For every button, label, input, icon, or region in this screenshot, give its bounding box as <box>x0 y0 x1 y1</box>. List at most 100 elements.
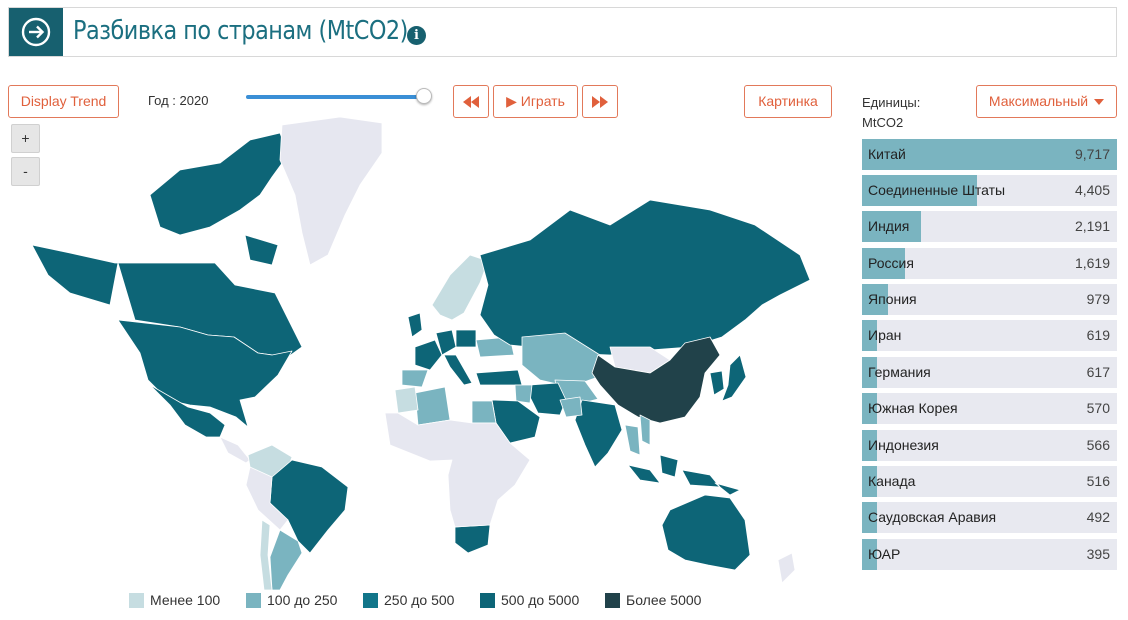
ranking-value: 9,717 <box>1074 146 1110 162</box>
legend-swatch <box>363 592 378 608</box>
map-region-uk[interactable] <box>407 312 423 338</box>
map-region-poland[interactable] <box>455 329 477 348</box>
year-label: Год : 2020 <box>148 93 209 108</box>
map-region-vietnam[interactable] <box>639 414 651 446</box>
legend-label: 500 до 5000 <box>501 592 580 608</box>
ranking-country: Канада <box>868 473 916 489</box>
ranking-country: Южная Корея <box>868 400 958 416</box>
display-trend-button[interactable]: Display Trend <box>8 85 119 118</box>
units-caption: Единицы: <box>862 95 921 110</box>
legend-item: 250 до 500 <box>363 592 454 608</box>
map-region-iran[interactable] <box>529 382 567 416</box>
map-region-central-america[interactable] <box>219 436 251 464</box>
map-region-australia[interactable] <box>661 494 751 571</box>
fast-forward-button[interactable] <box>582 85 618 118</box>
page-title: Разбивка по странам (MtCO2) <box>73 16 408 46</box>
ranking-country: Япония <box>868 291 917 307</box>
world-map[interactable] <box>10 115 840 590</box>
arrow-right-circle-icon <box>21 17 51 47</box>
map-region-france[interactable] <box>414 339 443 371</box>
map-region-india[interactable] <box>574 399 623 468</box>
map-region-thailand[interactable] <box>624 424 641 456</box>
legend-swatch <box>480 592 495 608</box>
ranking-row[interactable]: ЮАР 395 <box>862 539 1117 570</box>
ranking-row[interactable]: Индонезия 566 <box>862 430 1117 461</box>
legend-item: Более 5000 <box>605 592 701 608</box>
ranking-row[interactable]: Канада 516 <box>862 466 1117 497</box>
ranking-country: Индонезия <box>868 437 939 453</box>
map-region-russia[interactable] <box>479 199 811 356</box>
ranking-row[interactable]: Германия 617 <box>862 357 1117 388</box>
map-region-korea[interactable] <box>709 370 725 396</box>
units-value: MtCO2 <box>862 115 904 130</box>
ranking-row[interactable]: Россия 1,619 <box>862 248 1117 279</box>
ranking-value: 1,619 <box>1074 255 1110 271</box>
map-region-iraq[interactable] <box>514 384 533 404</box>
year-slider-handle[interactable] <box>416 88 432 104</box>
ranking-country: Соединенные Штаты <box>868 182 1006 198</box>
map-region-turkey[interactable] <box>475 369 523 386</box>
ranking-value: 617 <box>1086 364 1110 380</box>
map-region-spain[interactable] <box>401 369 429 388</box>
map-region-scandinavia[interactable] <box>431 254 489 321</box>
rewind-button[interactable] <box>453 85 489 118</box>
map-region-pakistan[interactable] <box>559 396 583 418</box>
ranking-row[interactable]: Индия 2,191 <box>862 211 1117 242</box>
ranking-value: 570 <box>1086 400 1110 416</box>
legend-item: 100 до 250 <box>246 592 337 608</box>
map-region-canada[interactable] <box>31 132 303 358</box>
legend-label: 250 до 500 <box>384 592 455 608</box>
ranking-row[interactable]: Южная Корея 570 <box>862 393 1117 424</box>
rewind-icon <box>463 96 479 109</box>
units-label: Единицы: MtCO2 <box>862 93 920 133</box>
ranking-row[interactable]: Саудовская Аравия 492 <box>862 502 1117 533</box>
ranking-value: 492 <box>1086 509 1110 525</box>
map-region-algeria[interactable] <box>414 386 451 426</box>
legend-item: Менее 100 <box>129 592 220 608</box>
info-icon[interactable]: i <box>407 26 426 45</box>
ranking-value: 619 <box>1086 327 1110 343</box>
ranking-value: 979 <box>1086 291 1110 307</box>
map-region-new-zealand[interactable] <box>777 552 796 584</box>
ranking-country: Саудовская Аравия <box>868 509 997 525</box>
ranking-row[interactable]: Иран 619 <box>862 320 1117 351</box>
map-region-egypt[interactable] <box>471 400 497 424</box>
fast-forward-icon <box>592 96 608 109</box>
year-slider-track[interactable] <box>246 95 426 99</box>
chevron-down-icon <box>1094 99 1105 106</box>
aggregation-dropdown[interactable]: Максимальный <box>976 85 1117 118</box>
ranking-value: 516 <box>1086 473 1110 489</box>
legend-label: Более 5000 <box>626 592 702 608</box>
ranking-value: 566 <box>1086 437 1110 453</box>
map-region-south-africa[interactable] <box>454 524 491 554</box>
legend-label: 100 до 250 <box>267 592 338 608</box>
ranking-country: Иран <box>868 327 902 343</box>
ranking-country: Россия <box>868 255 914 271</box>
play-button[interactable]: ▶ Играть <box>493 85 578 118</box>
ranking-country: Китай <box>868 146 906 162</box>
aggregation-dropdown-label: Максимальный <box>988 93 1089 109</box>
ranking-country: Германия <box>868 364 931 380</box>
map-region-japan[interactable] <box>721 354 747 402</box>
ranking-row[interactable]: Соединенные Штаты 4,405 <box>862 175 1117 206</box>
nav-button[interactable] <box>9 8 63 56</box>
legend-label: Менее 100 <box>150 592 221 608</box>
legend-swatch <box>605 592 620 608</box>
legend-swatch <box>129 592 144 608</box>
page-header: Разбивка по странам (MtCO2) i <box>8 7 1117 57</box>
map-region-greenland[interactable] <box>279 116 383 266</box>
ranking-country: ЮАР <box>868 546 901 562</box>
legend-item: 500 до 5000 <box>480 592 579 608</box>
ranking-value: 395 <box>1086 546 1110 562</box>
ranking-country: Индия <box>868 218 910 234</box>
ranking-value: 2,191 <box>1074 218 1110 234</box>
ranking-row[interactable]: Япония 979 <box>862 284 1117 315</box>
map-region-indonesia[interactable] <box>627 454 741 496</box>
ranking-value: 4,405 <box>1074 182 1110 198</box>
ranking-row[interactable]: Китай 9,717 <box>862 139 1117 170</box>
legend-swatch <box>246 592 261 608</box>
image-export-button[interactable]: Картинка <box>744 85 832 118</box>
map-region-chile[interactable] <box>259 519 273 590</box>
map-region-morocco[interactable] <box>394 386 419 414</box>
map-region-italy[interactable] <box>443 354 473 386</box>
